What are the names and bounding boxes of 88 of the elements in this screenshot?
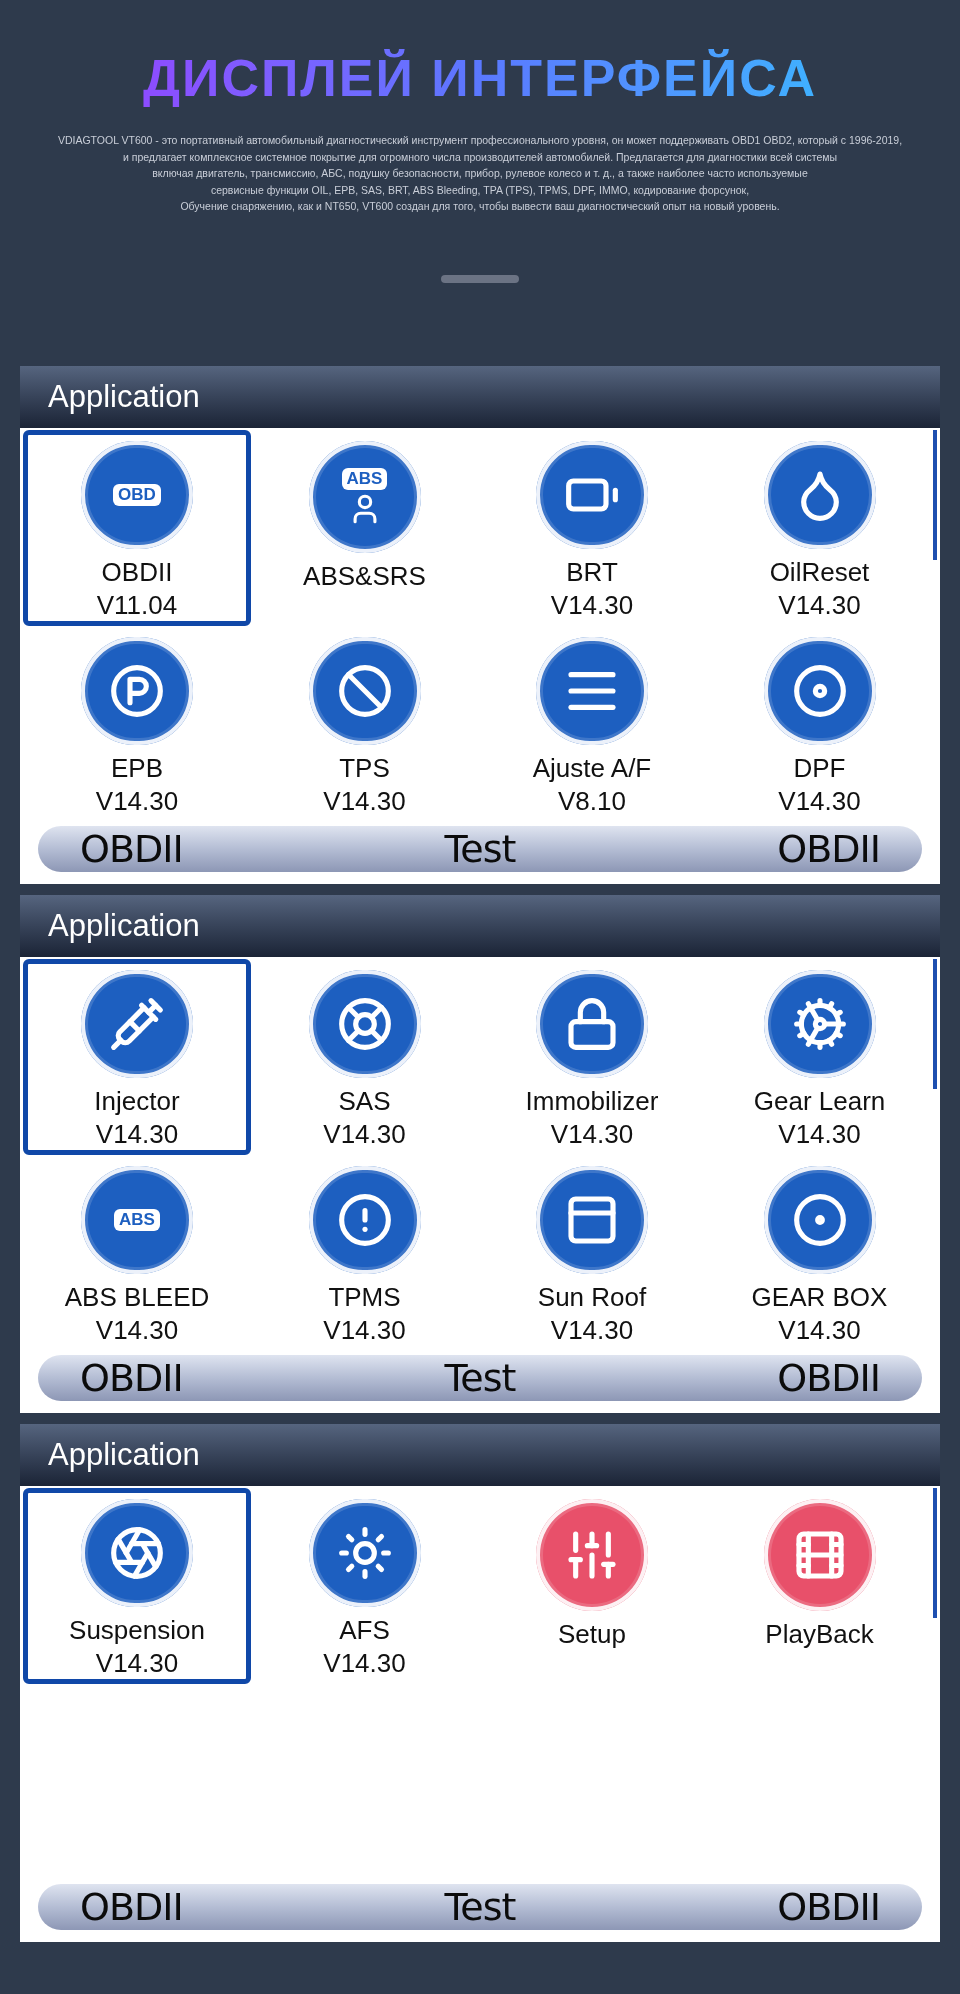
app-version: V14.30: [778, 785, 861, 817]
icon-label: ABS: [114, 1209, 160, 1231]
app-name: EPB: [111, 752, 163, 785]
description-line: и предлагает комплексное системное покрытие для огромного числа производителей автомобилей. Предлагается для диагностики всей системы: [122, 149, 838, 165]
app-name: TPS: [339, 752, 390, 785]
description-line: Обучение снаряжению, как и NT650, VT600 создан для того, чтобы вывести ваш диагностический опыт на новый уровень.: [180, 199, 780, 214]
function-key[interactable]: OBDII: [80, 1885, 183, 1929]
function-key[interactable]: Test: [444, 1885, 516, 1929]
app-version: V14.30: [778, 1314, 861, 1346]
app-name: OilReset: [769, 556, 870, 589]
app-tile[interactable]: PlayBack: [705, 1488, 934, 1684]
app-tile[interactable]: OBD OBDII V11.04: [23, 430, 251, 626]
app-version: V14.30: [95, 1118, 179, 1150]
function-key[interactable]: OBDII: [777, 1885, 880, 1929]
app-name: ABS&SRS: [303, 560, 426, 593]
app-version: V14.30: [778, 1118, 861, 1150]
icon-label: ABS: [341, 468, 388, 490]
function-key[interactable]: OBDII: [80, 1356, 183, 1400]
app-name: Sun Roof: [537, 1281, 647, 1314]
app-tile[interactable]: BRT V14.30: [478, 430, 706, 626]
app-tile[interactable]: Immobilizer V14.30: [478, 959, 706, 1155]
function-key[interactable]: OBDII: [777, 827, 880, 871]
header-title: Application: [48, 906, 200, 945]
alert-icon: [336, 1192, 393, 1248]
app-name: ABS BLEED: [64, 1281, 210, 1314]
app-version: V14.30: [550, 1314, 634, 1346]
app-tile[interactable]: SAS V14.30: [250, 959, 479, 1155]
app-name: DPF: [793, 752, 846, 785]
function-key[interactable]: OBDII: [80, 827, 183, 871]
app-tile[interactable]: AFS V14.30: [250, 1488, 479, 1684]
app-version: V14.30: [95, 1314, 179, 1346]
icon-label: OBD: [113, 484, 161, 506]
function-key[interactable]: OBDII: [777, 1356, 880, 1400]
app-name: Immobilizer: [525, 1085, 659, 1118]
app-tile[interactable]: Suspension V14.30: [23, 1488, 251, 1684]
disc-icon: [791, 663, 848, 719]
app-name: OBDII: [101, 556, 173, 589]
app-name: GEAR BOX: [751, 1281, 888, 1314]
header-title: Application: [48, 1435, 200, 1474]
app-name: PlayBack: [765, 1618, 874, 1651]
app-tile[interactable]: GEAR BOX V14.30: [705, 1155, 934, 1351]
app-name: AFS: [339, 1614, 390, 1647]
app-name: Setup: [558, 1618, 626, 1651]
ring-icon: [336, 996, 393, 1052]
app-version: V11.04: [96, 589, 178, 621]
app-name: BRT: [566, 556, 618, 589]
function-key[interactable]: Test: [444, 827, 516, 871]
app-tile[interactable]: DPF V14.30: [705, 626, 934, 822]
description-line: сервисные функции OIL, EPB, SAS, BRT, ABS Bleeding, TPA (TPS), TPMS, DPF, IMMO, кодирование форсунок,: [210, 182, 750, 198]
app-tile[interactable]: ABS ABS&SRS: [250, 430, 479, 626]
app-tile[interactable]: Ajuste A/F V8.10: [478, 626, 706, 822]
header-title: Application: [48, 377, 200, 416]
app-name: Suspension: [69, 1614, 205, 1647]
slashed-circle-icon: [336, 663, 393, 719]
app-tile[interactable]: Sun Roof V14.30: [478, 1155, 706, 1351]
app-version: V14.30: [778, 589, 861, 621]
app-tile[interactable]: ABS ABS BLEED V14.30: [23, 1155, 251, 1351]
function-key[interactable]: Test: [444, 1356, 516, 1400]
app-name: Ajuste A/F: [532, 752, 652, 785]
app-version: V14.30: [550, 1118, 634, 1150]
app-name: Gear Learn: [753, 1085, 886, 1118]
app-version: V14.30: [95, 1647, 179, 1679]
app-name: SAS: [338, 1085, 391, 1118]
app-tile[interactable]: Injector V14.30: [23, 959, 251, 1155]
app-version: V14.30: [323, 785, 406, 817]
description-line: VDIAGTOOL VT600 - это портативный автомобильный диагностический инструмент профессионального уровня, он может поддерживать OBD1 OBD2, который с 1996-2019,: [57, 133, 903, 148]
app-tile[interactable]: EPB V14.30: [23, 626, 251, 822]
app-tile[interactable]: Gear Learn V14.30: [705, 959, 934, 1155]
app-tile[interactable]: OilReset V14.30: [705, 430, 934, 626]
app-version: V8.10: [558, 785, 626, 817]
syringe-icon: [109, 996, 165, 1052]
page-title: ДИСПЛЕЙ ИНТЕРФЕЙСА: [143, 46, 817, 110]
app-tile[interactable]: TPMS V14.30: [250, 1155, 479, 1351]
circle-dot-icon: [791, 1192, 848, 1248]
app-tile[interactable]: Setup: [478, 1488, 706, 1684]
app-version: V14.30: [95, 785, 179, 817]
app-version: V14.30: [323, 1647, 406, 1679]
app-name: Injector: [94, 1085, 180, 1118]
parking-icon: [109, 663, 165, 719]
app-version: V14.30: [323, 1314, 406, 1346]
gear-icon: [791, 996, 848, 1052]
app-name: TPMS: [328, 1281, 401, 1314]
app-version: V14.30: [323, 1118, 406, 1150]
sun-icon: [336, 1525, 393, 1581]
app-version: V14.30: [550, 589, 634, 621]
app-tile[interactable]: TPS V14.30: [250, 626, 479, 822]
aperture-icon: [109, 1525, 165, 1581]
description-line: включая двигатель, трансмиссию, АБС, подушку безопасности, прибор, рулевое колесо и т. д., а также наиболее часто используемые: [152, 166, 808, 181]
